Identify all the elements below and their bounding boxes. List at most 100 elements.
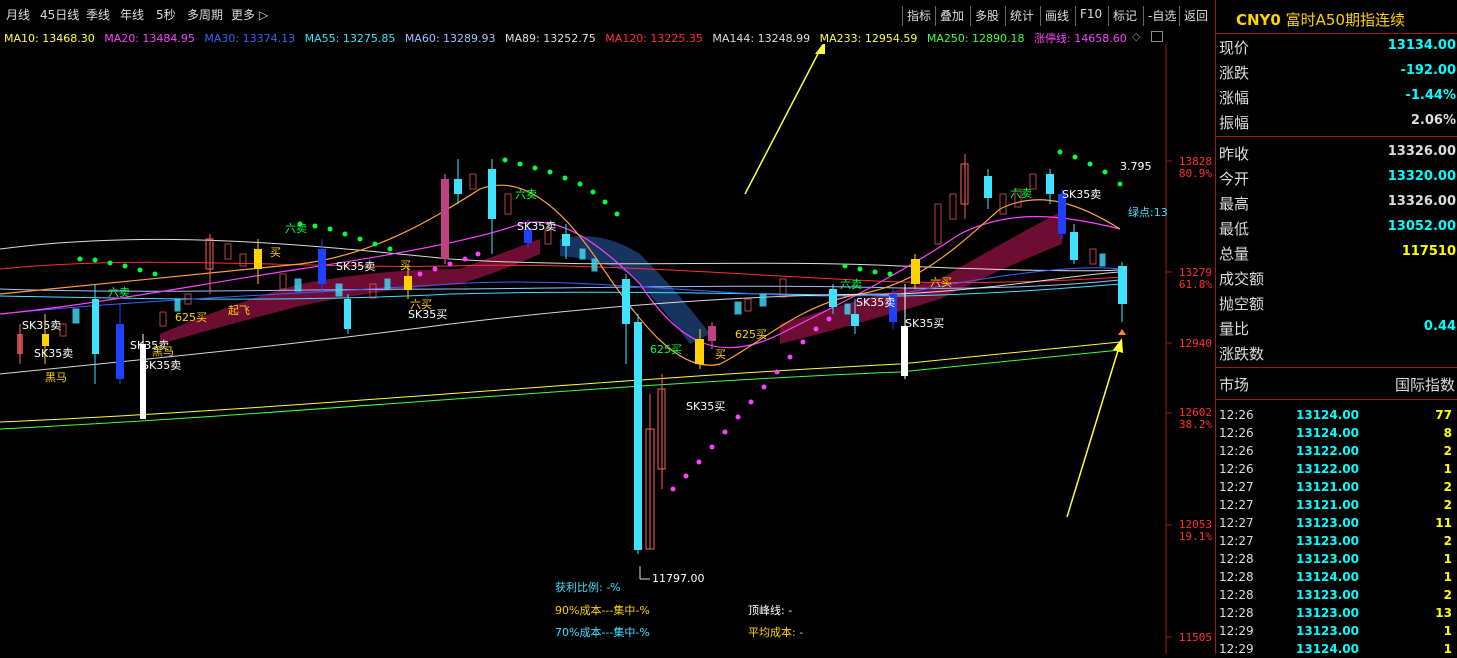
quote-row-short-amount: 抛空额 xyxy=(1216,290,1457,315)
quote-value: 2.06% xyxy=(1410,113,1456,128)
signal-six-sell-4: 六卖 xyxy=(840,278,862,291)
indicator-button[interactable]: 指标 xyxy=(902,6,935,26)
tick-price: 13123.00 xyxy=(1296,588,1360,602)
quote-row-low: 最低 13052.00 xyxy=(1216,215,1457,240)
quote-label: 最低 xyxy=(1219,220,1250,238)
tick-row: 12:26 13122.00 1 xyxy=(1216,460,1457,478)
period-toolbar: 月线 45日线 季线 年线 5秒 多周期 更多 ▷ 指标 叠加 多股 统计 画线… xyxy=(0,0,1214,26)
period-monthly[interactable]: 月线 xyxy=(6,6,30,23)
tick-price: 13124.00 xyxy=(1296,408,1360,422)
tick-row: 12:27 13121.00 2 xyxy=(1216,478,1457,496)
tick-time: 12:26 xyxy=(1219,408,1254,422)
market-label: 市场 xyxy=(1219,376,1250,394)
quote-row-change: 涨跌 -192.00 xyxy=(1216,59,1457,84)
quote-row-volume-ratio: 量比 0.44 xyxy=(1216,315,1457,340)
tick-row: 12:26 13124.00 77 xyxy=(1216,406,1457,424)
statistics-button[interactable]: 统计 xyxy=(1005,6,1038,26)
signal-buy-3: 买 xyxy=(715,348,726,361)
multi-stock-button[interactable]: 多股 xyxy=(970,6,1003,26)
tick-row: 12:26 13124.00 8 xyxy=(1216,424,1457,442)
period-yearly[interactable]: 年线 xyxy=(120,6,144,23)
tick-time: 12:29 xyxy=(1219,624,1254,638)
tick-time: 12:26 xyxy=(1219,462,1254,476)
tick-time: 12:26 xyxy=(1219,444,1254,458)
quote-label: 最高 xyxy=(1219,195,1250,213)
annotation-arrow-up xyxy=(744,45,823,195)
tick-row: 12:29 13124.00 1 xyxy=(1216,640,1457,658)
watchlist-button[interactable]: -自选 xyxy=(1143,6,1180,26)
diamond-icon[interactable]: ◇ xyxy=(1132,30,1140,43)
avg-cost-text: 平均成本: - xyxy=(748,626,804,639)
mark-button[interactable]: 标记 xyxy=(1108,6,1141,26)
axis-pct-2: 61.8% xyxy=(1178,278,1212,291)
period-quarterly[interactable]: 季线 xyxy=(86,6,110,23)
quote-row-amplitude: 振幅 2.06% xyxy=(1216,109,1457,134)
period-5sec[interactable]: 5秒 xyxy=(156,6,176,23)
signal-six-sell-1: 六卖 xyxy=(108,286,130,299)
quote-label: 成交额 xyxy=(1219,270,1265,288)
tick-vol: 77 xyxy=(1435,408,1452,422)
tick-vol: 1 xyxy=(1443,552,1452,566)
instrument-header[interactable]: CNY0 富时A50期指连续 xyxy=(1216,0,1457,34)
tick-row: 12:28 13123.00 1 xyxy=(1216,550,1457,568)
instrument-code: CNY0 xyxy=(1236,11,1281,29)
low-price-label: 11797.00 xyxy=(652,572,705,585)
tick-row: 12:27 13121.00 2 xyxy=(1216,496,1457,514)
quote-value: 117510 xyxy=(1401,244,1456,259)
tick-time: 12:28 xyxy=(1219,552,1254,566)
quote-value: -192.00 xyxy=(1400,63,1456,78)
back-button[interactable]: 返回 xyxy=(1179,6,1212,26)
quote-label: 现价 xyxy=(1219,39,1250,57)
overlay-button[interactable]: 叠加 xyxy=(935,6,968,26)
signal-sk35-sell-4: SK35卖 xyxy=(336,260,375,273)
window-icon[interactable] xyxy=(1151,31,1163,42)
signal-six-sell-3: 六卖 xyxy=(515,188,537,201)
tick-vol: 2 xyxy=(1443,480,1452,494)
tick-price: 13123.00 xyxy=(1296,606,1360,620)
signal-sk35-sell-6: SK35卖 xyxy=(856,296,895,309)
quote-panel: CNY0 富时A50期指连续 现价 13134.00 涨跌 -192.00 涨幅 -1… xyxy=(1215,0,1457,656)
quote-label: 量比 xyxy=(1219,320,1250,338)
tick-vol: 2 xyxy=(1443,444,1452,458)
quote-row-open: 今开 13320.00 xyxy=(1216,165,1457,190)
cost70-text: 70%成本---集中-% xyxy=(555,626,650,639)
quote-label: 涨跌 xyxy=(1219,64,1250,82)
tick-price: 13124.00 xyxy=(1296,426,1360,440)
period-multi[interactable]: 多周期 xyxy=(187,6,223,23)
signal-sk35-sell-7: SK35卖 xyxy=(1062,188,1101,201)
tick-price: 13123.00 xyxy=(1296,624,1360,638)
quote-label: 振幅 xyxy=(1219,114,1250,132)
quote-label: 总量 xyxy=(1219,245,1250,263)
signal-black-horse-1: 黑马 xyxy=(45,371,67,384)
period-45day[interactable]: 45日线 xyxy=(40,6,79,23)
tick-vol: 13 xyxy=(1435,606,1452,620)
signal-sk35-sell-3: SK35卖 xyxy=(142,359,181,372)
tick-price: 13123.00 xyxy=(1296,516,1360,530)
quote-value: 13052.00 xyxy=(1387,219,1456,234)
period-more[interactable]: 更多 ▷ xyxy=(231,6,268,23)
tick-price: 13122.00 xyxy=(1296,462,1360,476)
signal-buy-2: 买 xyxy=(400,259,411,272)
signal-black-horse-2: 黑马 xyxy=(152,345,174,358)
signal-buy625-3: 625买 xyxy=(735,328,767,341)
f10-button[interactable]: F10 xyxy=(1075,6,1106,26)
quote-row-high: 最高 13326.00 xyxy=(1216,190,1457,215)
signal-six-buy-2: 六买 xyxy=(930,276,952,289)
quote-value: -1.44% xyxy=(1405,88,1457,103)
signal-sk35-sell-5: SK35卖 xyxy=(517,220,556,233)
tick-row: 12:28 13124.00 1 xyxy=(1216,568,1457,586)
candle xyxy=(17,154,1127,554)
quote-label: 涨跌数 xyxy=(1219,345,1265,363)
quote-value: 13320.00 xyxy=(1387,169,1456,184)
tick-time: 12:27 xyxy=(1219,480,1254,494)
tick-time: 12:28 xyxy=(1219,606,1254,620)
draw-line-button[interactable]: 画线 xyxy=(1040,6,1073,26)
tick-row: 12:26 13122.00 2 xyxy=(1216,442,1457,460)
candlestick-chart[interactable]: SK35卖 SK35卖 黑马 六卖 SK35卖 黑马 SK35卖 625买 起飞… xyxy=(0,44,1214,654)
tick-row: 12:28 13123.00 13 xyxy=(1216,604,1457,622)
marker-triangle-icon xyxy=(1118,329,1126,335)
market-value: 国际指数 xyxy=(1394,376,1455,394)
candles xyxy=(17,154,1127,554)
tick-price: 13123.00 xyxy=(1296,552,1360,566)
tick-time: 12:28 xyxy=(1219,570,1254,584)
